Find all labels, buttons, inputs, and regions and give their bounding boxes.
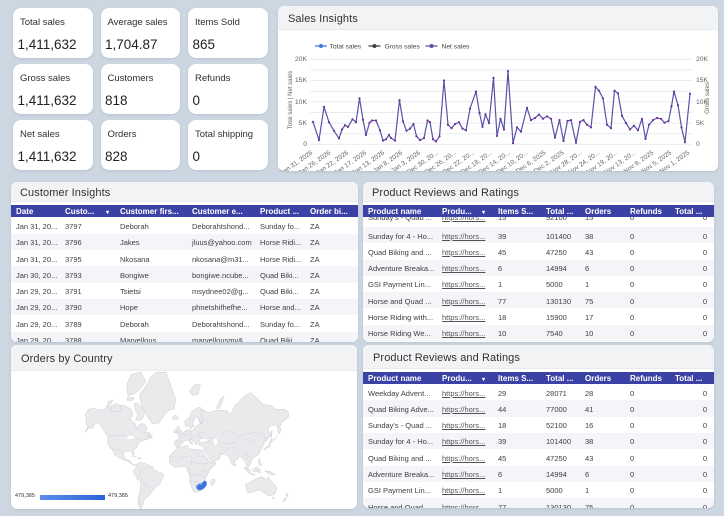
svg-text:20K: 20K [295,56,308,63]
svg-text:20K: 20K [696,56,709,63]
svg-text:10K: 10K [295,99,308,106]
svg-text:Gross sales: Gross sales [705,82,711,114]
svg-text:5K: 5K [696,120,705,127]
svg-text:Net sales: Net sales [442,44,471,51]
svg-text:Total sales | Net sales: Total sales | Net sales [288,71,294,129]
svg-text:0: 0 [303,141,307,148]
svg-text:0: 0 [696,141,700,148]
svg-text:Total sales: Total sales [330,44,362,51]
svg-text:Gross sales: Gross sales [385,44,421,51]
svg-text:5K: 5K [299,120,308,127]
svg-text:15K: 15K [295,77,308,84]
